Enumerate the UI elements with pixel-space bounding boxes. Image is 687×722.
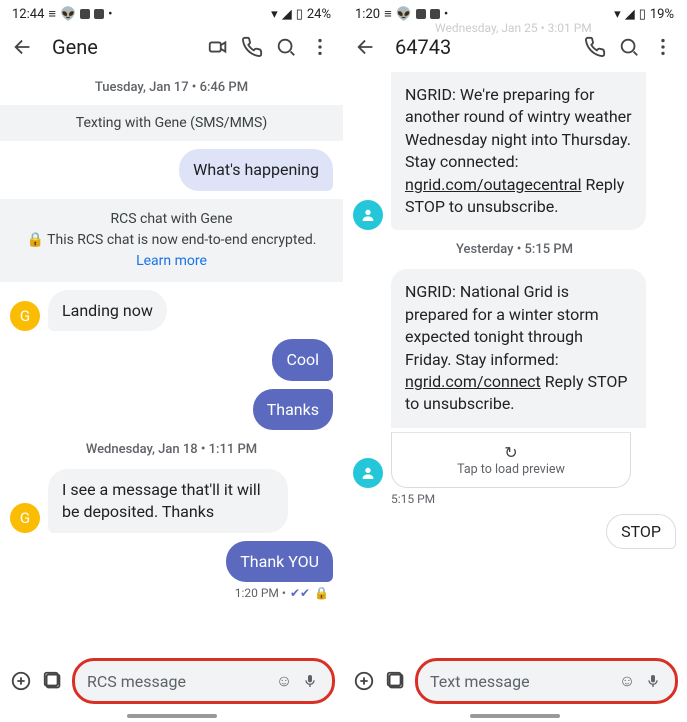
chat-scroll[interactable]: Tuesday, Jan 17 • 6:46 PM Texting with G… <box>0 70 343 650</box>
phone-left: 12:44 ≡👽• ▾ ◢ ▯ 24% Gene Tuesday, Jan 17… <box>0 0 343 722</box>
compose-row: RCS message ☺ <box>0 650 343 714</box>
avatar[interactable]: G <box>10 503 40 533</box>
mic-icon[interactable] <box>643 671 663 691</box>
rcs-banner-title: RCS chat with Gene <box>20 209 323 230</box>
signal-icon: ◢ <box>282 7 292 22</box>
emoji-icon[interactable]: ☺ <box>617 671 637 691</box>
battery-icon: ▯ <box>639 7 646 22</box>
message-out[interactable]: Cool <box>272 339 333 381</box>
wifi-icon: ▾ <box>271 7 278 22</box>
signal-icon: ◢ <box>625 7 635 22</box>
battery-pct: 24% <box>307 7 331 22</box>
message-out[interactable]: STOP <box>606 514 676 550</box>
call-icon[interactable] <box>239 34 265 60</box>
date-label: Wednesday, Jan 18 • 1:11 PM <box>0 442 343 457</box>
rcs-banner-body: 🔒 This RCS chat is now end-to-end encryp… <box>20 230 323 272</box>
back-icon[interactable] <box>10 34 36 60</box>
emoji-icon[interactable]: ☺ <box>274 671 294 691</box>
link[interactable]: ngrid.com/connect <box>405 372 541 391</box>
clock: 1:20 <box>355 7 380 22</box>
avatar[interactable] <box>353 458 383 488</box>
link-preview[interactable]: ↻ Tap to load preview <box>391 432 631 488</box>
compose-placeholder: RCS message <box>87 672 268 691</box>
wifi-icon: ▾ <box>614 7 621 22</box>
mic-icon[interactable] <box>300 671 320 691</box>
message-in[interactable]: Landing now <box>48 290 167 332</box>
reload-icon: ↻ <box>392 443 630 462</box>
search-icon[interactable] <box>616 34 642 60</box>
chat-scroll[interactable]: NGRID: We're preparing for another round… <box>343 70 686 650</box>
link[interactable]: ngrid.com/outagecentral <box>405 175 582 194</box>
gallery-icon[interactable] <box>40 668 66 694</box>
call-icon[interactable] <box>582 34 608 60</box>
battery-icon: ▯ <box>296 7 303 22</box>
clock: 12:44 <box>12 7 44 22</box>
phone-right: 1:20 ≡👽• ▾ ◢ ▯ 19% 64743 Wednesday, Jan … <box>343 0 686 722</box>
lock-icon: 🔒 <box>26 232 43 248</box>
contact-title[interactable]: Gene <box>52 35 197 59</box>
learn-more-link[interactable]: Learn more <box>136 253 207 269</box>
message-out[interactable]: What's happening <box>179 149 333 191</box>
lock-icon: 🔒 <box>314 586 329 600</box>
app-bar: 64743 Wednesday, Jan 25 • 3:01 PM <box>343 24 686 70</box>
message-in[interactable]: NGRID: We're preparing for another round… <box>391 72 646 230</box>
compose-input[interactable]: RCS message ☺ <box>72 658 335 704</box>
avatar[interactable] <box>353 200 383 230</box>
rcs-banner: RCS chat with Gene 🔒 This RCS chat is no… <box>0 199 343 282</box>
compose-input[interactable]: Text message ☺ <box>415 658 678 704</box>
message-in[interactable]: I see a message that'll it will be depos… <box>48 469 288 532</box>
message-timestamp: 5:15 PM <box>343 490 686 506</box>
more-icon[interactable] <box>650 34 676 60</box>
videocall-icon[interactable] <box>205 34 231 60</box>
compose-placeholder: Text message <box>430 672 611 691</box>
message-in[interactable]: NGRID: National Grid is prepared for a w… <box>391 269 646 427</box>
date-label: Yesterday • 5:15 PM <box>343 242 686 257</box>
app-bar: Gene <box>0 24 343 70</box>
back-icon[interactable] <box>353 34 379 60</box>
contact-title[interactable]: 64743 Wednesday, Jan 25 • 3:01 PM <box>395 35 574 59</box>
home-indicator[interactable] <box>470 714 560 718</box>
status-bar: 12:44 ≡👽• ▾ ◢ ▯ 24% <box>0 0 343 24</box>
avatar[interactable]: G <box>10 301 40 331</box>
ghost-date: Wednesday, Jan 25 • 3:01 PM <box>435 21 592 35</box>
message-out[interactable]: Thanks <box>253 389 333 431</box>
sms-banner: Texting with Gene (SMS/MMS) <box>0 105 343 141</box>
message-timestamp: 1:20 PM • ✔✔ 🔒 <box>0 584 343 600</box>
compose-row: Text message ☺ <box>343 650 686 714</box>
message-out[interactable]: Thank YOU <box>226 541 333 583</box>
date-label: Tuesday, Jan 17 • 6:46 PM <box>0 80 343 95</box>
add-icon[interactable] <box>351 668 377 694</box>
battery-pct: 19% <box>650 7 674 22</box>
add-icon[interactable] <box>8 668 34 694</box>
gallery-icon[interactable] <box>383 668 409 694</box>
home-indicator[interactable] <box>127 714 217 718</box>
search-icon[interactable] <box>273 34 299 60</box>
more-icon[interactable] <box>307 34 333 60</box>
delivered-icon: ✔✔ <box>290 586 310 600</box>
